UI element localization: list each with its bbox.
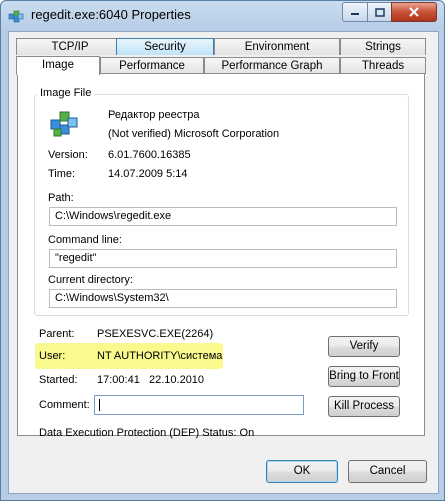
tab-performance-graph[interactable]: Performance Graph	[204, 57, 340, 74]
path-label: Path:	[48, 192, 74, 204]
title-bar[interactable]: regedit.exe:6040 Properties	[1, 1, 444, 31]
close-button[interactable]	[391, 2, 437, 22]
parent-value: PSEXESVC.EXE(2264)	[97, 328, 214, 340]
ok-button[interactable]: OK	[266, 460, 338, 483]
dep-status: Data Execution Protection (DEP) Status: …	[39, 427, 255, 439]
time-value: 14.07.2009 5:14	[108, 168, 188, 180]
tab-security[interactable]: Security	[116, 38, 214, 55]
time-label: Time:	[48, 168, 76, 180]
minimize-button[interactable]	[342, 2, 368, 22]
path-field[interactable]: C:\Windows\regedit.exe	[49, 207, 397, 226]
bring-to-front-button[interactable]: Bring to Front	[328, 366, 400, 387]
comment-label: Comment:	[39, 399, 90, 411]
image-description: Редактор реестра	[108, 109, 200, 121]
tab-environment[interactable]: Environment	[214, 38, 340, 55]
properties-window: regedit.exe:6040 Properties TCP/IP Secur…	[0, 0, 445, 501]
tab-performance[interactable]: Performance	[100, 57, 204, 74]
version-value: 6.01.7600.16385	[108, 149, 191, 161]
minimize-icon	[351, 13, 359, 15]
kill-process-button[interactable]: Kill Process	[328, 396, 400, 417]
maximize-button[interactable]	[367, 2, 392, 22]
user-value: NT AUTHORITY\система	[97, 350, 223, 362]
comment-input[interactable]	[94, 395, 304, 415]
current-directory-label: Current directory:	[48, 274, 133, 286]
parent-label: Parent:	[39, 328, 75, 340]
command-line-field[interactable]: "regedit"	[49, 249, 397, 268]
tab-tcp-ip[interactable]: TCP/IP	[16, 38, 124, 55]
user-label: User:	[39, 350, 66, 362]
current-directory-field[interactable]: C:\Windows\System32\	[49, 289, 397, 308]
version-label: Version:	[48, 149, 88, 161]
tab-strings[interactable]: Strings	[340, 38, 426, 55]
window-title: regedit.exe:6040 Properties	[31, 7, 191, 22]
registry-editor-icon	[8, 10, 24, 23]
text-caret	[99, 399, 100, 411]
close-icon	[409, 7, 419, 17]
verify-button[interactable]: Verify	[328, 336, 400, 357]
started-label: Started:	[39, 374, 78, 386]
registry-editor-large-icon	[50, 111, 78, 137]
cancel-button[interactable]: Cancel	[348, 460, 427, 483]
tab-image[interactable]: Image	[16, 56, 100, 75]
command-line-label: Command line:	[48, 234, 122, 246]
started-value: 17:00:41 22.10.2010	[97, 374, 205, 386]
maximize-icon	[374, 7, 385, 17]
image-file-group-label: Image File	[37, 87, 95, 99]
tab-threads[interactable]: Threads	[340, 57, 426, 74]
image-company: (Not verified) Microsoft Corporation	[108, 128, 280, 140]
